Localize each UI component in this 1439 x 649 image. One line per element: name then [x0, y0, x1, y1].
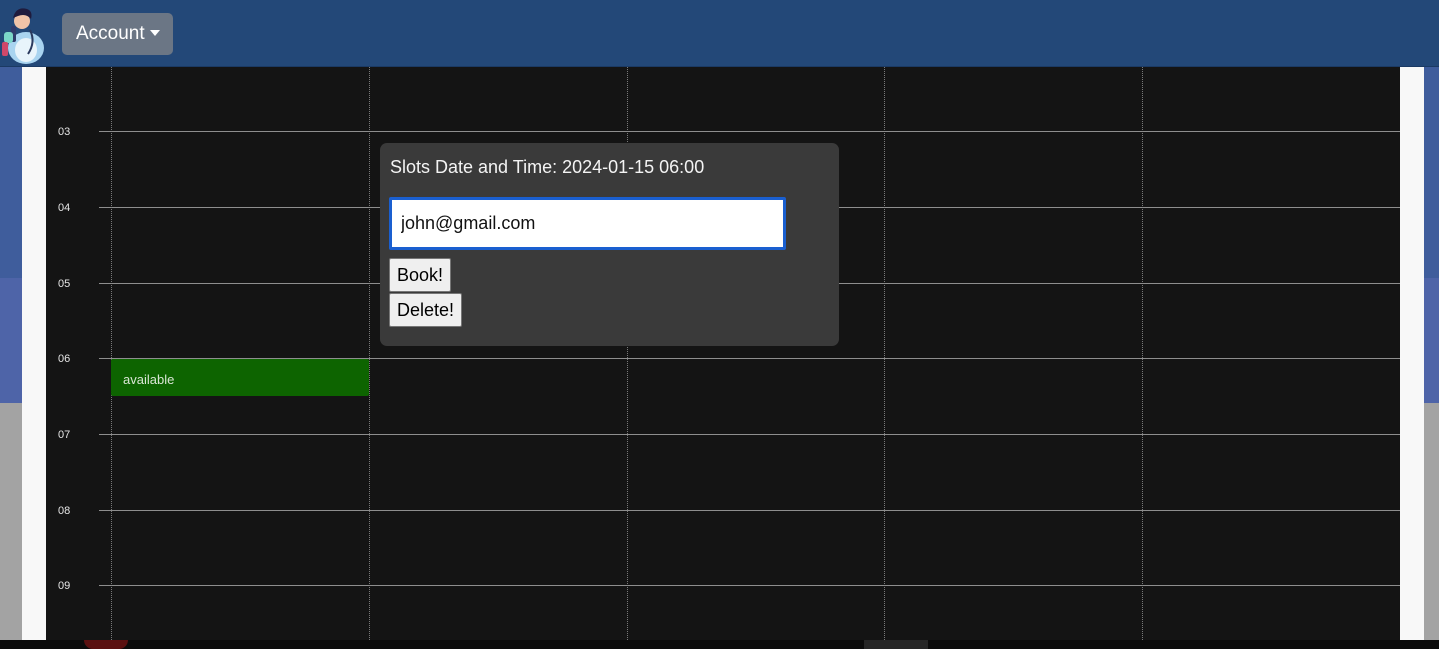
hour-label: 08 — [58, 505, 71, 517]
account-dropdown-button[interactable]: Account — [62, 13, 173, 55]
slot-booking-popup: Slots Date and Time: 2024-01-15 06:00 Bo… — [380, 143, 839, 346]
bottom-fragment — [864, 640, 928, 649]
background-bottom — [0, 640, 1439, 649]
doctor-avatar-icon[interactable] — [0, 2, 48, 64]
caret-down-icon — [149, 30, 160, 36]
hour-line — [99, 131, 1400, 132]
day-column-divider — [1142, 67, 1143, 640]
hour-label: 05 — [58, 278, 71, 290]
book-button[interactable]: Book! — [389, 258, 451, 292]
hour-line — [99, 434, 1400, 435]
delete-button[interactable]: Delete! — [389, 293, 462, 327]
hour-line — [99, 585, 1400, 586]
hour-label: 04 — [58, 202, 71, 214]
day-column-divider — [884, 67, 885, 640]
hour-label: 09 — [58, 580, 71, 592]
top-navbar: Account — [0, 0, 1439, 67]
email-input[interactable] — [389, 197, 786, 250]
available-slot-event[interactable]: available — [111, 359, 369, 396]
page: Account 03 04 05 06 07 08 09 available S… — [0, 0, 1439, 649]
hour-line — [99, 510, 1400, 511]
popup-title: Slots Date and Time: 2024-01-15 06:00 — [390, 157, 705, 177]
hour-label: 03 — [58, 126, 71, 138]
hour-label: 06 — [58, 353, 71, 365]
hour-label: 07 — [58, 429, 71, 441]
bottom-fragment — [84, 640, 128, 649]
day-column-divider — [369, 67, 370, 640]
account-label: Account — [76, 23, 145, 44]
day-column-divider — [111, 67, 112, 640]
